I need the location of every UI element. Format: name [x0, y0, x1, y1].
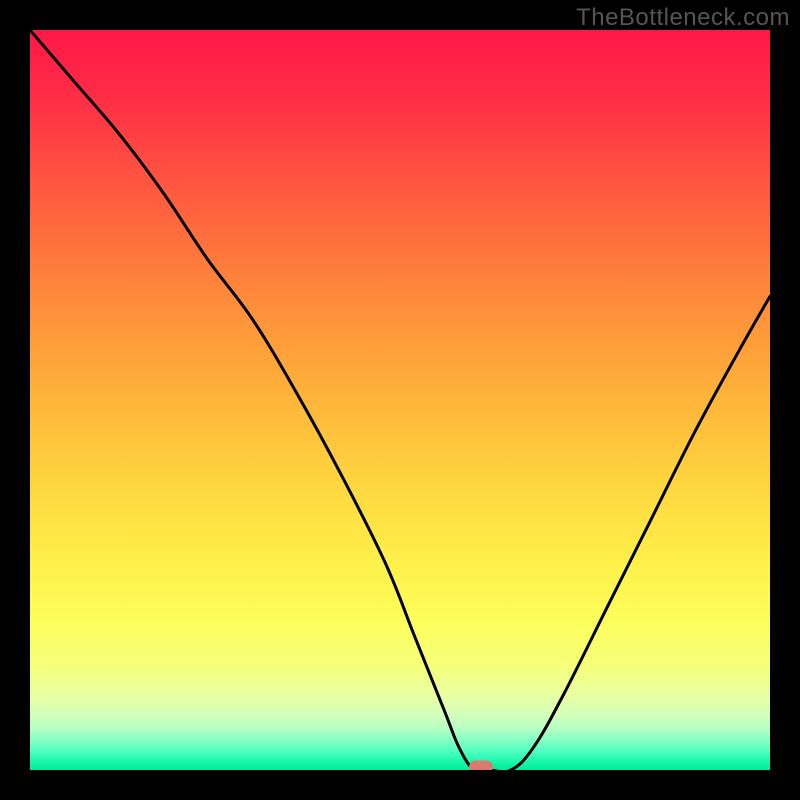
plot-area: [30, 30, 770, 770]
watermark-text: TheBottleneck.com: [576, 4, 790, 32]
chart-container: TheBottleneck.com: [0, 0, 800, 800]
bottleneck-curve: [30, 30, 770, 770]
optimal-marker: [469, 761, 493, 771]
